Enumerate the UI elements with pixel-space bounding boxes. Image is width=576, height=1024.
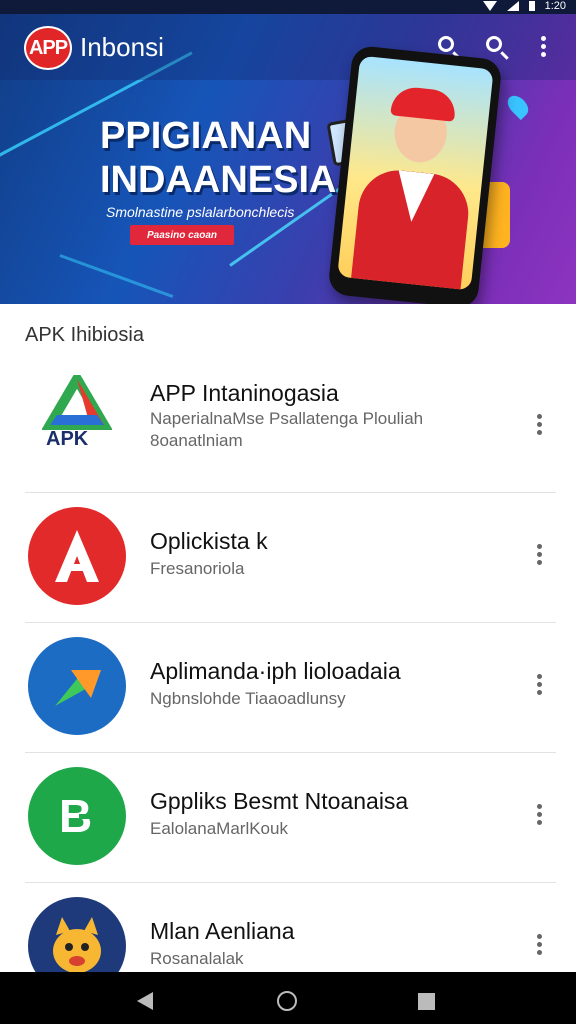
app-name: Oplickista k <box>150 528 268 554</box>
app-name: Aplimanda·iph lioloadaia <box>150 658 401 684</box>
phone-illustration <box>327 44 503 304</box>
status-bar: 1:20 <box>0 0 576 14</box>
signal-icon <box>506 1 519 11</box>
system-nav-bar <box>0 972 576 1024</box>
list-item[interactable]: B Gppliks Besmt Ntoanaisa EalolanaMarlKo… <box>0 752 576 882</box>
more-vert-icon[interactable] <box>537 674 545 698</box>
more-vert-icon[interactable] <box>530 34 556 60</box>
more-vert-icon[interactable] <box>537 544 545 568</box>
search-icon[interactable] <box>484 34 510 60</box>
app-description: Rosanalalak <box>150 949 244 968</box>
brand-name: Inbonsi <box>80 32 164 62</box>
home-icon[interactable] <box>277 991 297 1011</box>
status-time: 1:20 <box>544 0 566 12</box>
app-description: EalolanaMarlKouk <box>150 819 288 838</box>
app-name: Mlan Aenliana <box>150 918 295 944</box>
more-vert-icon[interactable] <box>537 934 545 958</box>
app-name: Gppliks Besmt Ntoanaisa <box>150 788 409 814</box>
svg-text:APK: APK <box>46 428 89 447</box>
list-item[interactable]: APK APP Intaninogasia NaperialnaMse Psal… <box>0 362 576 492</box>
red-a-logo-icon <box>28 507 126 605</box>
green-b-logo-icon: B <box>28 767 126 865</box>
banner-title: PPIGIANAN INDAANESIA <box>100 115 337 201</box>
banner-subtitle: Smolnastine pslalarbonchlecis <box>106 204 295 220</box>
wifi-icon <box>482 1 497 11</box>
app-description: NaperialnaMse Psallatenga Plouliah 8oana… <box>150 409 424 450</box>
more-vert-icon[interactable] <box>537 804 545 828</box>
cartoon-cat-icon <box>28 897 126 972</box>
back-icon[interactable] <box>137 992 153 1010</box>
battery-icon <box>528 1 535 11</box>
list-item[interactable]: Mlan Aenliana Rosanalalak <box>0 882 576 972</box>
app-logo: APP <box>24 26 72 70</box>
app-description: Fresanoriola <box>150 559 245 578</box>
more-vert-icon[interactable] <box>537 414 545 438</box>
app-description: Ngbnslohde Tiaaoadlunsy <box>150 689 346 708</box>
pin-icon <box>503 91 533 121</box>
section-title: APK Ihibiosia <box>25 324 144 346</box>
list-item[interactable]: Aplimanda·iph lioloadaia Ngbnslohde Tiaa… <box>0 622 576 752</box>
apk-triangle-logo-icon: APK <box>28 362 126 460</box>
hero-banner[interactable]: APP Inbonsi PPIGIANAN INDAANESIA Smolnas… <box>0 14 576 304</box>
list-item[interactable]: Oplickista k Fresanoriola <box>0 492 576 622</box>
recents-icon[interactable] <box>418 993 435 1010</box>
app-name: APP Intaninogasia <box>150 380 339 406</box>
blue-arrow-logo-icon <box>28 637 126 735</box>
banner-button[interactable]: Paasino caoan <box>130 225 234 245</box>
